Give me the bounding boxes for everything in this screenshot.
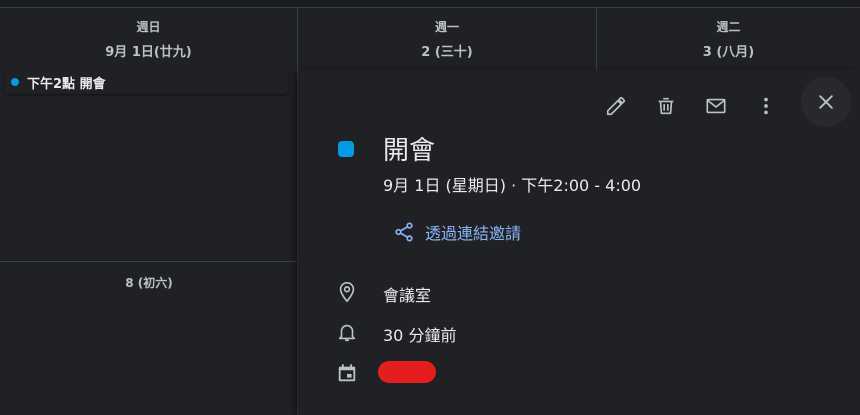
day-name: 週日	[136, 20, 161, 34]
event-chip-label: 下午2點 開會	[27, 76, 106, 92]
event-color-dot	[11, 78, 19, 86]
close-button[interactable]	[801, 77, 851, 127]
event-details-popup: 開會 9月 1日 (星期日) · 下午2:00 - 4:00 透過連結邀請 會議…	[298, 70, 860, 415]
event-color-square	[338, 141, 354, 157]
location-icon-wrap	[336, 280, 358, 304]
trash-icon	[658, 97, 674, 115]
day-header-tuesday[interactable]: 週二 3 (八月)	[597, 18, 860, 60]
day-name: 週一	[434, 20, 459, 34]
event-title: 開會	[383, 136, 436, 166]
week-divider	[0, 261, 298, 262]
event-datetime: 9月 1日 (星期日) · 下午2:00 - 4:00	[383, 176, 642, 195]
cell-date[interactable]: 8 (初六)	[0, 274, 298, 291]
invite-link-label: 透過連結邀請	[425, 224, 522, 243]
pencil-icon	[606, 96, 626, 116]
edit-button[interactable]	[598, 88, 634, 124]
more-options-button[interactable]	[748, 88, 784, 124]
calendar-icon-wrap	[336, 362, 358, 384]
email-guests-button[interactable]	[698, 88, 734, 124]
more-vert-icon	[764, 97, 768, 115]
day-name: 週二	[716, 20, 741, 34]
day-header-monday[interactable]: 週一 2 (三十)	[298, 18, 596, 60]
invite-via-link[interactable]: 透過連結邀請	[393, 220, 521, 244]
day-date: 3 (八月)	[702, 45, 755, 60]
envelope-icon	[706, 98, 726, 114]
redacted-calendar-owner	[378, 361, 436, 383]
event-location[interactable]: 會議室	[383, 282, 431, 306]
calendar-icon	[338, 364, 356, 382]
delete-button[interactable]	[648, 88, 684, 124]
bell-icon	[338, 324, 356, 342]
day-header-sunday[interactable]: 週日 9月 1日(廿九)	[0, 18, 297, 60]
share-icon	[395, 222, 413, 242]
top-border	[0, 0, 860, 8]
location-pin-icon	[339, 282, 355, 303]
event-chip[interactable]: 下午2點 開會	[4, 70, 288, 94]
event-reminder: 30 分鐘前	[383, 326, 457, 345]
close-icon	[819, 95, 833, 109]
day-date: 2 (三十)	[421, 45, 473, 60]
day-date: 9月 1日(廿九)	[105, 45, 192, 60]
reminder-icon-wrap	[336, 321, 358, 343]
